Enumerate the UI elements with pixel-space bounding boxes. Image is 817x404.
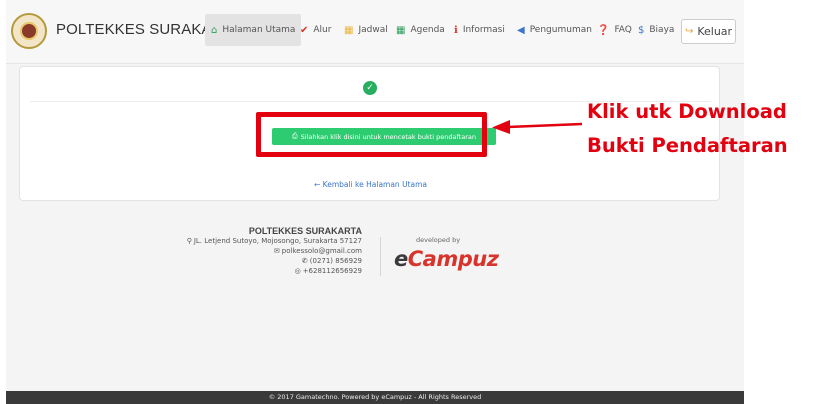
bullhorn-icon: ◀ [517, 24, 525, 36]
annotation-arrow [492, 120, 583, 134]
logout-label: Keluar [697, 25, 733, 38]
highlight-box [256, 112, 487, 157]
info-icon: ℹ [454, 24, 458, 36]
footer-address: JL. Letjend Sutoyo, Mojosongo, Surakarta… [193, 237, 362, 245]
nav-faq[interactable]: ❓ FAQ [591, 14, 638, 46]
nav-label: Halaman Utama [222, 25, 296, 35]
ecampuz-logo[interactable]: eCampuz [394, 247, 499, 271]
map-marker-icon: ⚲ [186, 237, 192, 245]
ecampuz-logo-e: e [394, 247, 408, 271]
top-navbar: POLTEKKES SURAKARTA ⌂ Halaman Utama ✔ Al… [6, 0, 744, 64]
annotation-line-1: Klik utk Download [587, 100, 787, 123]
footer-institution-name: POLTEKKES SURAKARTA [248, 226, 362, 236]
logo-emblem [20, 22, 38, 40]
dollar-icon: $ [638, 24, 645, 36]
footer-email-row: ✉ polkessolo@gmail.com [156, 246, 362, 256]
nav-alur[interactable]: ✔ Alur [294, 14, 337, 46]
calendar-check-icon: ▦ [396, 24, 406, 36]
footer-email[interactable]: polkessolo@gmail.com [282, 247, 362, 255]
whatsapp-icon: ◎ [294, 267, 301, 275]
footer-whatsapp: +628112656929 [302, 267, 362, 275]
footer-address-row: ⚲ JL. Letjend Sutoyo, Mojosongo, Surakart… [156, 236, 362, 246]
nav-biaya[interactable]: $ Biaya [632, 14, 680, 46]
nav-label: Pengumuman [529, 25, 592, 35]
page: POLTEKKES SURAKARTA ⌂ Halaman Utama ✔ Al… [0, 0, 817, 404]
nav-label: Biaya [649, 25, 675, 35]
annotation-text: Klik utk Download Bukti Pendaftaran [587, 95, 813, 163]
back-to-home-link[interactable]: ← Kembali ke Halaman Utama [20, 180, 721, 189]
logout-button[interactable]: ↪ Keluar [681, 19, 736, 44]
nav-label: Informasi [462, 25, 505, 35]
poltekkes-logo[interactable] [11, 13, 47, 49]
nav-pengumuman[interactable]: ◀ Pengumuman [511, 14, 598, 46]
footer-phone: (0271) 856929 [309, 257, 362, 265]
success-check-icon: ✓ [363, 81, 377, 95]
nav-informasi[interactable]: ℹ Informasi [448, 14, 511, 46]
footer-whatsapp-row: ◎ +628112656929 [156, 266, 362, 276]
developed-by-label: developed by [416, 236, 461, 244]
sign-out-icon: ↪ [684, 26, 694, 37]
copyright-bar: © 2017 Gamatechno. Powered by eCampuz - … [6, 391, 744, 404]
arrow-left-icon: ← [313, 180, 321, 189]
home-icon: ⌂ [211, 24, 218, 36]
nav-label: Jadwal [358, 25, 388, 35]
nav-label: Agenda [410, 25, 445, 35]
footer-contact: POLTEKKES SURAKARTA ⚲ JL. Letjend Sutoyo,… [156, 226, 362, 276]
calendar-icon: ▦ [344, 24, 354, 36]
annotation-line-2: Bukti Pendaftaran [587, 134, 788, 157]
nav-jadwal[interactable]: ▦ Jadwal [338, 14, 394, 46]
envelope-icon: ✉ [273, 247, 280, 255]
footer-divider [380, 237, 381, 276]
nav-label: FAQ [614, 25, 632, 35]
nav-label: Alur [313, 25, 332, 35]
footer-phone-row: ✆ (0271) 856929 [156, 256, 362, 266]
nav-agenda[interactable]: ▦ Agenda [390, 14, 451, 46]
nav-halaman-utama[interactable]: ⌂ Halaman Utama [205, 14, 302, 46]
ecampuz-logo-rest: Campuz [407, 247, 499, 271]
app-window: POLTEKKES SURAKARTA ⌂ Halaman Utama ✔ Al… [6, 0, 744, 404]
checkmark-icon: ✔ [300, 24, 309, 36]
back-link-label: Kembali ke Halaman Utama [322, 180, 428, 189]
phone-icon: ✆ [301, 257, 308, 265]
question-icon: ❓ [597, 24, 610, 36]
